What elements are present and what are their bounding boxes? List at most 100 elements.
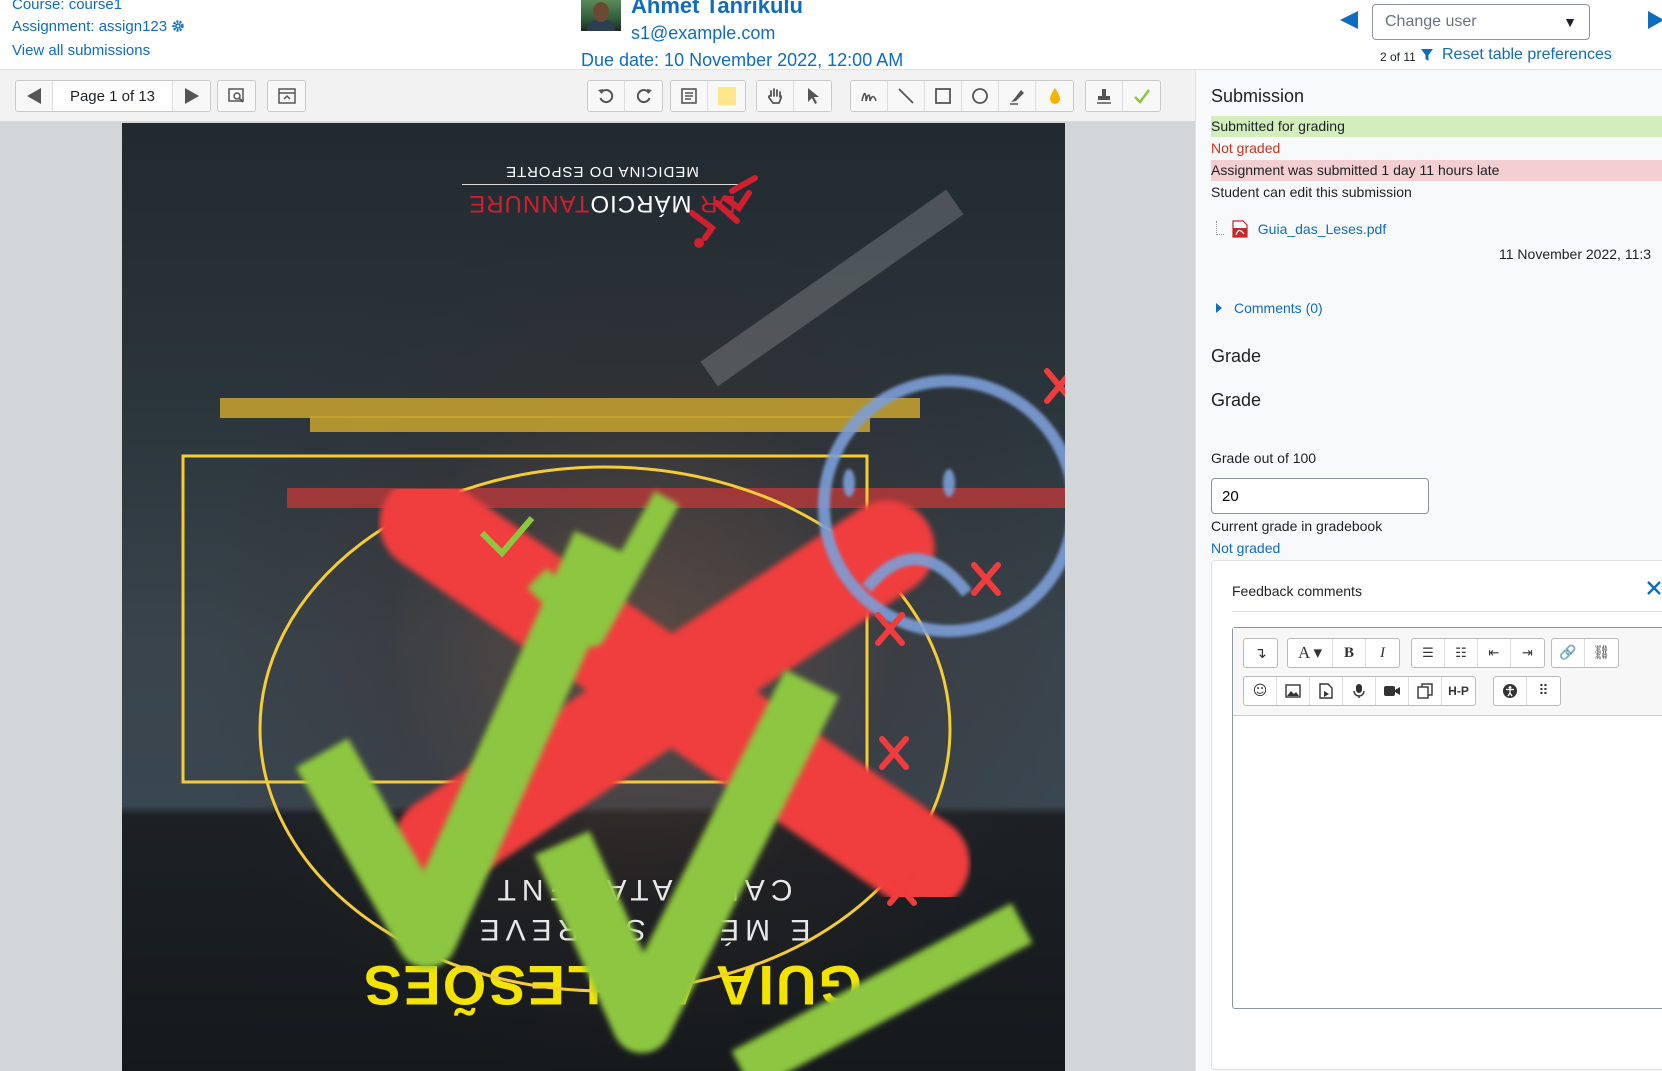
manage-files-button[interactable] [1409, 677, 1442, 705]
previous-page-button[interactable] [16, 81, 53, 111]
record-video-button[interactable] [1376, 677, 1409, 705]
oval-tool-button[interactable] [962, 81, 999, 111]
pan-select-group [756, 80, 832, 112]
user-count: 2 of 11 [1380, 50, 1416, 64]
yellow-highlight [220, 398, 920, 418]
stamp-tool-button[interactable] [1086, 81, 1123, 111]
avatar[interactable] [581, 0, 621, 31]
italic-button[interactable]: I [1366, 639, 1399, 667]
feedback-editor[interactable]: ↴ A ▾ B I ☰ ☷ ⇤ ⇥ 🔗 ⛓ ☺ H-P ⠿ [1232, 627, 1662, 1009]
h5p-button[interactable]: H-P [1442, 677, 1475, 705]
highlight-tool-button[interactable] [999, 81, 1036, 111]
tree-line-icon [1216, 221, 1224, 235]
outdent-button[interactable]: ⇤ [1478, 639, 1511, 667]
pdf-page[interactable]: DR MÁRCIOTANNURE MEDICINA DO ESPORTE E M… [122, 123, 1065, 1071]
unordered-list-button[interactable]: ☰ [1412, 639, 1445, 667]
checkmark-icon [1133, 89, 1150, 104]
indent-icon: ⇥ [1522, 645, 1533, 661]
accessibility-checker-button[interactable] [1494, 677, 1527, 705]
pen-icon [861, 92, 877, 102]
hand-icon [768, 88, 782, 104]
pdf-file-link[interactable]: Guia_das_Leses.pdf [1258, 221, 1386, 237]
file-media-icon [1319, 683, 1333, 699]
link-icon: 🔗 [1559, 645, 1577, 661]
rotate-group [587, 80, 663, 112]
user-navigation: Change user ▼ 2 of 11 Reset table prefer… [1332, 0, 1662, 70]
comments-link[interactable]: Comments (0) [1234, 300, 1323, 316]
microphone-icon [1353, 684, 1365, 698]
current-grade-label: Current grade in gradebook [1211, 518, 1383, 534]
submission-heading: Submission [1211, 86, 1305, 106]
editor-toolbar: ↴ A ▾ B I ☰ ☷ ⇤ ⇥ 🔗 ⛓ ☺ H-P ⠿ [1233, 628, 1662, 716]
rotate-right-icon [636, 89, 652, 104]
page-number-select[interactable]: Page 1 of 13 [53, 81, 173, 111]
comment-colour-button[interactable] [708, 81, 745, 111]
numbered-list-icon: ☷ [1455, 645, 1467, 661]
toolbar-toggle-button[interactable]: ↴ [1244, 639, 1277, 667]
current-stamp-button[interactable] [1123, 81, 1160, 111]
search-comments-button[interactable] [218, 81, 255, 111]
pen-tool-button[interactable] [851, 81, 888, 111]
next-user-arrow-icon[interactable] [1646, 8, 1662, 30]
gear-icon[interactable] [171, 18, 185, 40]
view-all-submissions-link[interactable]: View all submissions [12, 42, 150, 59]
colour-drop-icon [1049, 88, 1060, 104]
rectangle-tool-button[interactable] [925, 81, 962, 111]
comments-toggle[interactable]: Comments (0) [1216, 300, 1323, 316]
rotate-left-button[interactable] [588, 81, 625, 111]
yellow-highlight [310, 416, 870, 432]
status-not-graded: Not graded [1211, 140, 1281, 156]
rectangle-icon [935, 88, 951, 104]
status-editable: Student can edit this submission [1211, 184, 1412, 200]
record-audio-button[interactable] [1343, 677, 1376, 705]
pdf-file-icon [1232, 220, 1248, 238]
rotate-right-button[interactable] [625, 81, 662, 111]
bold-button[interactable]: B [1333, 639, 1366, 667]
comment-group [670, 80, 746, 112]
annotation-colour-button[interactable] [1036, 81, 1073, 111]
media-button[interactable] [1310, 677, 1343, 705]
italic-icon: I [1380, 644, 1385, 661]
change-user-select[interactable]: Change user ▼ [1372, 4, 1590, 40]
colour-swatch-icon [717, 87, 736, 105]
more-tools-button[interactable]: ⠿ [1527, 677, 1560, 705]
next-page-button[interactable] [173, 81, 210, 111]
line-tool-button[interactable] [888, 81, 925, 111]
pan-tool-button[interactable] [757, 81, 794, 111]
indent-button[interactable]: ⇥ [1511, 639, 1544, 667]
filter-icon[interactable] [1420, 48, 1434, 67]
expand-group [267, 80, 306, 112]
status-submitted: Submitted for grading [1211, 116, 1662, 137]
emoticon-button[interactable]: ☺ [1244, 677, 1277, 705]
user-email-link[interactable]: s1@example.com [631, 23, 775, 44]
user-name-link[interactable]: Ahmet Tanrikulu [631, 0, 803, 19]
unlink-icon: ⛓ [1592, 645, 1611, 661]
stamp-group [1085, 80, 1161, 112]
pdf-editor: Page 1 of 13 DR MÁRCIOTANNURE MEDICINA D… [0, 70, 1195, 1071]
expand-icon[interactable] [1647, 581, 1661, 600]
select-tool-button[interactable] [794, 81, 831, 111]
unlink-button[interactable]: ⛓ [1585, 639, 1618, 667]
bullet-list-icon: ☰ [1422, 645, 1434, 661]
comment-tool-button[interactable] [671, 81, 708, 111]
reset-table-preferences-link[interactable]: Reset table preferences [1442, 46, 1612, 64]
course-link[interactable]: Course: course1 [12, 0, 122, 13]
assignment-link[interactable]: Assignment: assign123 [12, 18, 167, 35]
red-cross-stamp [379, 475, 970, 911]
red-highlight [287, 488, 1065, 508]
grade-input[interactable] [1211, 478, 1429, 514]
chevron-right-icon [1216, 303, 1222, 313]
files-icon [1417, 683, 1433, 699]
rotate-left-icon [598, 89, 614, 104]
current-grade-link[interactable]: Not graded [1211, 540, 1280, 556]
link-button[interactable]: 🔗 [1552, 639, 1585, 667]
search-comments-icon [227, 88, 244, 103]
ordered-list-button[interactable]: ☷ [1445, 639, 1478, 667]
previous-user-arrow-icon[interactable] [1340, 8, 1360, 30]
image-button[interactable] [1277, 677, 1310, 705]
paragraph-style-button[interactable]: A ▾ [1288, 639, 1333, 667]
header-course-info: Course: course1 Assignment: assign123 Vi… [12, 0, 185, 62]
expand-toolbar-icon: ↴ [1254, 645, 1267, 662]
collapse-panel-button[interactable] [268, 81, 305, 111]
small-green-check-stamp [479, 516, 535, 558]
